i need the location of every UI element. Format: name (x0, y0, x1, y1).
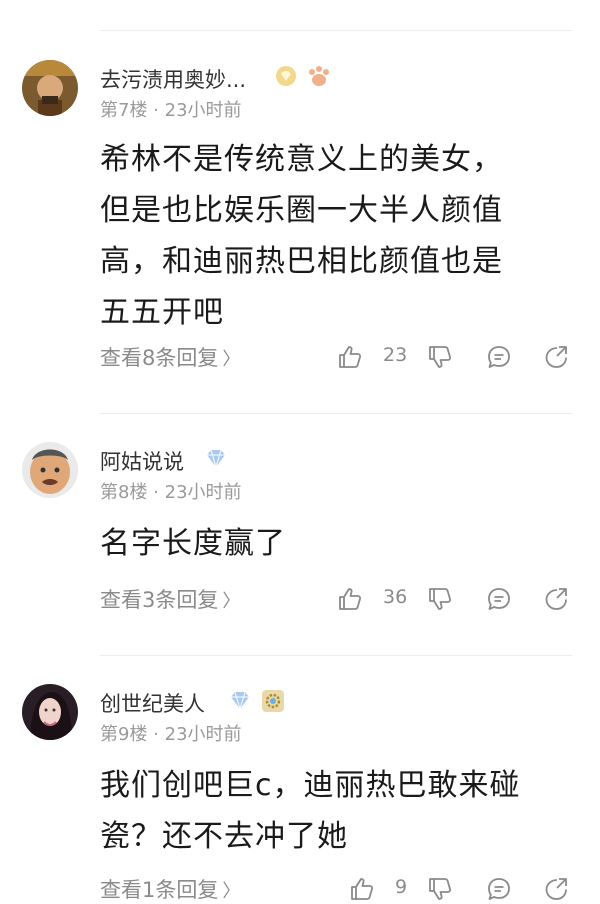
share-icon[interactable] (543, 344, 569, 370)
comment-actions: 查看8条回复〉 23 (0, 342, 600, 372)
divider (100, 413, 572, 414)
badge-group (275, 65, 331, 87)
comment-line: 我们创吧巨c，迪丽热巴敢来碰 (100, 768, 521, 803)
thumbs-up-icon[interactable] (337, 586, 363, 612)
divider (100, 655, 572, 656)
avatar[interactable] (22, 60, 78, 116)
comment-text: 希林不是传统意义上的美女， 但是也比娱乐圈一大半人颜值 高，和迪丽热巴相比颜值也… (100, 134, 560, 338)
comment-meta: 第9楼 · 23小时前 (100, 724, 242, 745)
like-count: 36 (383, 586, 408, 608)
view-replies-label: 查看8条回复 (100, 346, 219, 370)
gold-gem-badge-icon (276, 66, 296, 86)
comment-line: 名字长度赢了 (100, 526, 286, 561)
comment-line: 五五开吧 (100, 295, 224, 330)
reply-icon[interactable] (486, 344, 512, 370)
share-icon[interactable] (543, 586, 569, 612)
thumbs-up-icon[interactable] (349, 876, 375, 902)
comment-line: 希林不是传统意义上的美女， (100, 142, 503, 177)
comment-meta: 第7楼 · 23小时前 (100, 100, 242, 121)
paw-badge-icon (309, 66, 329, 86)
view-replies-label: 查看3条回复 (100, 588, 219, 612)
avatar[interactable] (22, 442, 78, 498)
comment-actions: 查看3条回复〉 36 (0, 584, 600, 614)
comment-line: 但是也比娱乐圈一大半人颜值 (100, 193, 503, 228)
badge-group (229, 689, 285, 713)
comment-meta: 第8楼 · 23小时前 (100, 482, 242, 503)
like-count: 23 (383, 344, 408, 366)
comment-line: 高，和迪丽热巴相比颜值也是 (100, 244, 503, 279)
view-replies-link[interactable]: 查看3条回复〉 (100, 584, 240, 614)
blue-diamond-badge-icon (207, 449, 225, 469)
chevron-right-icon: 〉 (222, 591, 241, 612)
chevron-right-icon: 〉 (222, 349, 241, 370)
view-replies-link[interactable]: 查看1条回复〉 (100, 874, 240, 904)
username[interactable]: 去污渍用奥妙... (100, 64, 246, 94)
view-replies-label: 查看1条回复 (100, 878, 219, 902)
thumbs-down-icon[interactable] (427, 876, 453, 902)
thumbs-up-icon[interactable] (337, 344, 363, 370)
username[interactable]: 阿姑说说 (100, 446, 184, 476)
username[interactable]: 创世纪美人 (100, 688, 205, 718)
divider-top (100, 30, 572, 31)
comment-line: 瓷？还不去冲了她 (100, 819, 348, 854)
blue-diamond-badge-icon (231, 691, 249, 711)
like-count: 9 (395, 876, 408, 898)
chevron-right-icon: 〉 (222, 881, 241, 902)
thumbs-down-icon[interactable] (427, 586, 453, 612)
share-icon[interactable] (543, 876, 569, 902)
reply-icon[interactable] (486, 876, 512, 902)
thumbs-down-icon[interactable] (427, 344, 453, 370)
avatar[interactable] (22, 684, 78, 740)
comment-actions: 查看1条回复〉 9 (0, 874, 600, 904)
reply-icon[interactable] (486, 586, 512, 612)
gear-badge-icon (262, 690, 284, 712)
badge-group (205, 447, 227, 469)
comment-text: 名字长度赢了 (100, 518, 560, 569)
view-replies-link[interactable]: 查看8条回复〉 (100, 342, 240, 372)
comment-text: 我们创吧巨c，迪丽热巴敢来碰 瓷？还不去冲了她 (100, 760, 560, 862)
